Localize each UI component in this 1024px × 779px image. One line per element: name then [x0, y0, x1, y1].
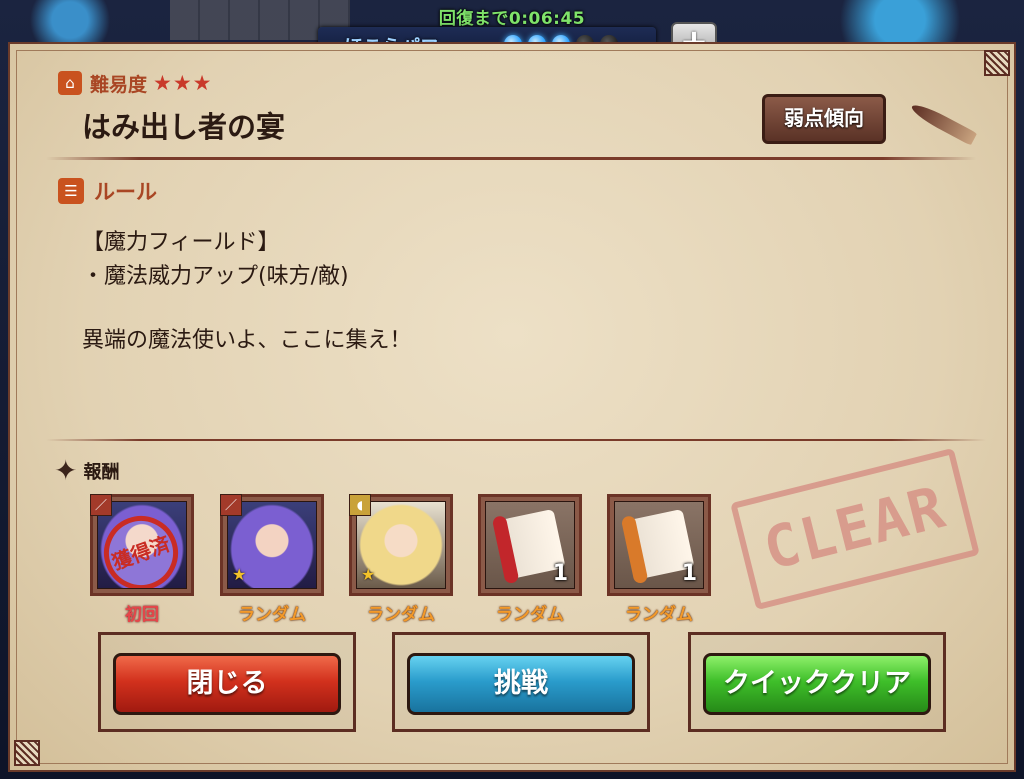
rarity-star-icon: ★	[232, 565, 247, 584]
rewards-header: ✦ 報酬	[54, 454, 119, 487]
quick-clear-button-frame: クイッククリア	[688, 632, 946, 732]
corner-ornament-icon	[14, 740, 40, 766]
rewards-divider	[46, 439, 986, 441]
clear-stamp: CLEAR	[730, 447, 980, 611]
close-button[interactable]: 閉じる	[113, 653, 341, 715]
reward-item[interactable]: 1	[607, 494, 711, 596]
obtained-stamp: 獲得済	[98, 505, 186, 588]
reward-item[interactable]: 獲得済 ／	[90, 494, 194, 596]
challenge-button[interactable]: 挑戦	[407, 653, 635, 715]
rarity-star-icon: ★	[361, 565, 376, 584]
scroll-item: 1	[614, 501, 704, 589]
difficulty-row: ⌂ 難易度 ★★★	[58, 68, 213, 98]
list-icon: ☰	[58, 178, 84, 204]
difficulty-label: 難易度	[90, 73, 148, 96]
recovery-timer: 回復まで0:06:45	[438, 9, 586, 29]
reward-caption: ランダム	[496, 605, 564, 625]
staff-type-icon: ／	[90, 494, 112, 516]
header-divider	[46, 157, 976, 160]
quick-clear-button[interactable]: クイッククリア	[703, 653, 931, 715]
rule-line: 異端の魔法使いよ、ここに集え！	[82, 328, 412, 353]
quest-title: はみ出し者の宴	[82, 110, 286, 144]
corner-ornament-icon	[984, 50, 1010, 76]
sparkle-icon: ✦	[54, 454, 78, 487]
reward-caption: 初回	[125, 605, 159, 625]
shrine-icon: ⌂	[58, 71, 82, 95]
reward-caption: ランダム	[238, 605, 306, 625]
close-button-frame: 閉じる	[98, 632, 356, 732]
bow-type-icon: ◖	[349, 494, 371, 516]
rules-label: ルール	[94, 180, 157, 204]
reward-caption: ランダム	[367, 605, 435, 625]
quill-icon	[908, 100, 978, 146]
reward-caption: ランダム	[625, 605, 693, 625]
item-count: 1	[552, 561, 568, 586]
rule-line: 【魔力フィールド】	[82, 230, 280, 255]
rewards-label: 報酬	[83, 461, 120, 483]
item-count: 1	[681, 561, 697, 586]
reward-item[interactable]: ★ ／	[220, 494, 324, 596]
difficulty-stars: ★★★	[153, 71, 213, 95]
challenge-button-frame: 挑戦	[392, 632, 650, 732]
reward-item[interactable]: ★ ◖	[349, 494, 453, 596]
rules-header: ☰ ルール	[58, 176, 157, 206]
rule-line: ・魔法威力アップ(味方/敵)	[82, 264, 349, 289]
reward-item[interactable]: 1	[478, 494, 582, 596]
scroll-item: 1	[485, 501, 575, 589]
staff-type-icon: ／	[220, 494, 242, 516]
quest-detail-panel: ⌂ 難易度 ★★★ はみ出し者の宴 弱点傾向 ☰ ルール 【魔力フィールド】 ・…	[8, 42, 1016, 772]
weakness-tendency-button[interactable]: 弱点傾向	[762, 94, 886, 144]
